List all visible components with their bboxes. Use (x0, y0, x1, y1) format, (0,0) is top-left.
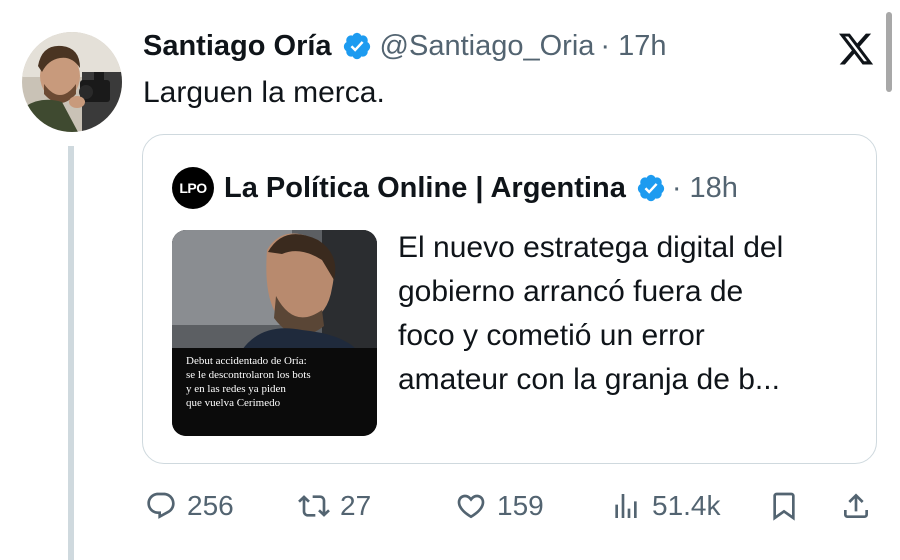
reply-button[interactable]: 256 (145, 488, 234, 524)
like-count: 159 (497, 490, 544, 521)
share-icon (844, 493, 868, 518)
quoted-tweet-text: El nuevo estratega digital del gobierno … (398, 231, 784, 396)
like-button[interactable]: 159 (455, 488, 544, 524)
scrollbar[interactable] (886, 12, 892, 92)
reply-count: 256 (187, 490, 234, 521)
tweet-time[interactable]: · 17h (600, 30, 666, 63)
image-caption: Debut accidentado de Oría: se le descont… (186, 355, 311, 409)
quoted-tweet-image[interactable]: Debut accidentado de Oría: se le descont… (172, 230, 377, 436)
bookmark-button[interactable] (768, 488, 800, 524)
lpo-avatar[interactable]: LPO (172, 167, 214, 209)
author-name[interactable]: Santiago Oría (143, 30, 332, 63)
x-logo-icon[interactable] (836, 30, 876, 68)
retweet-button[interactable]: 27 (298, 488, 371, 524)
retweet-count: 27 (340, 490, 372, 521)
share-button[interactable] (840, 488, 872, 524)
retweet-icon (298, 495, 330, 517)
quoted-tweet-header: LPO La Política Online | Argentina · 18h (172, 167, 738, 209)
reply-icon (147, 492, 175, 519)
verified-badge-icon (343, 32, 370, 60)
views-button[interactable]: 51.4k (610, 488, 721, 524)
bookmark-icon (773, 492, 795, 521)
author-handle[interactable]: @Santiago_Oria (380, 30, 595, 63)
views-count: 51.4k (652, 490, 721, 521)
author-avatar[interactable] (22, 32, 122, 132)
thread-line (68, 146, 74, 560)
heart-icon (457, 494, 485, 519)
verified-badge-icon (637, 174, 664, 202)
quoted-tweet-time[interactable]: · 18h (672, 172, 738, 205)
views-icon (615, 494, 637, 518)
tweet-text: Larguen la merca. (143, 76, 385, 109)
quoted-author-name[interactable]: La Política Online | Argentina (224, 172, 626, 205)
tweet-header: Santiago Oría @Santiago_Oria · 17h (143, 26, 667, 66)
